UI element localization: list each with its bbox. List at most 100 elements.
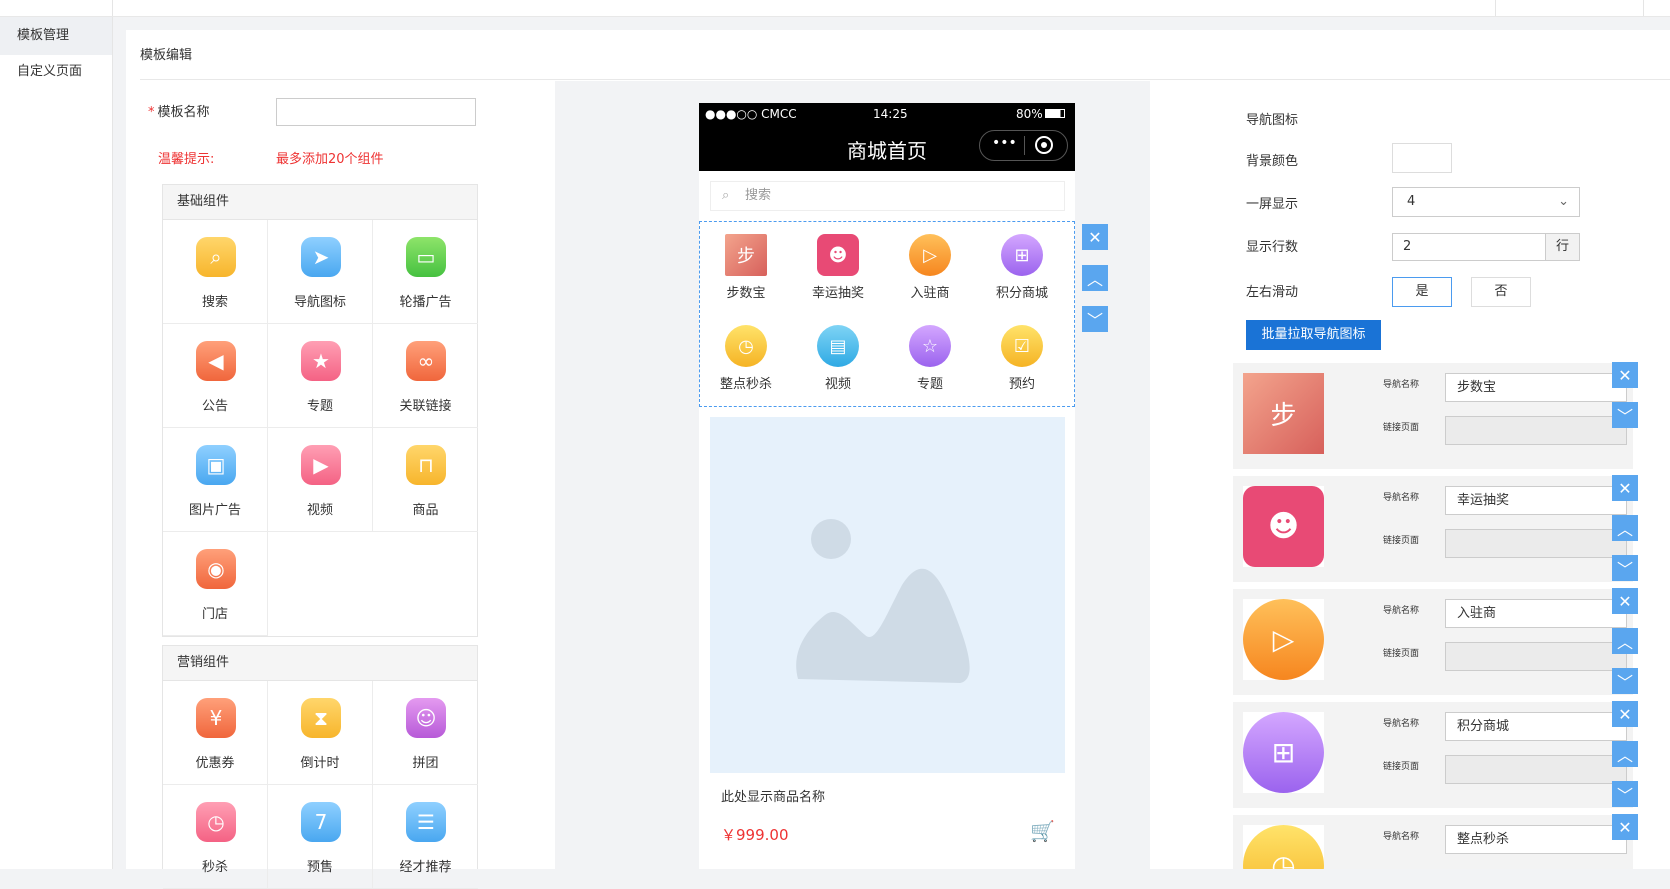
nav-icon-thumbnail[interactable]: 步 bbox=[1243, 373, 1324, 454]
component-video[interactable]: ▶ 视频 bbox=[268, 428, 373, 532]
chevron-down-icon: ⌄ bbox=[1558, 194, 1569, 209]
page-title: 模板编辑 bbox=[140, 48, 193, 63]
nav-icon-card: 步 导航名称 步数宝 链接页面 bbox=[1233, 363, 1633, 469]
delete-card-button[interactable]: ✕ bbox=[1612, 701, 1638, 727]
delete-card-button[interactable]: ✕ bbox=[1612, 588, 1638, 614]
hourglass-icon: ⧗ bbox=[301, 698, 341, 738]
nav-icon-card: ☻ 导航名称 幸运抽奖 链接页面 bbox=[1233, 476, 1633, 582]
component-nav-icon[interactable]: ➤ 导航图标 bbox=[268, 220, 373, 324]
send-icon: ➤ bbox=[301, 237, 341, 277]
lucky-draw-icon: ☻ bbox=[1243, 486, 1324, 567]
move-up-button[interactable]: ︿ bbox=[1612, 628, 1638, 654]
battery-text: 80% bbox=[1016, 107, 1043, 121]
swipe-no-option[interactable]: 否 bbox=[1471, 277, 1531, 307]
component-recommend[interactable]: ☰ 经才推荐 bbox=[373, 785, 478, 889]
rows-unit: 行 bbox=[1545, 233, 1580, 261]
move-down-button[interactable]: ﹀ bbox=[1612, 781, 1638, 807]
more-dots-icon: ••• bbox=[992, 135, 1017, 151]
nav-name-input[interactable]: 幸运抽奖 bbox=[1445, 486, 1627, 515]
nav-icon-card: ▷ 导航名称 入驻商 链接页面 bbox=[1233, 589, 1633, 695]
calendar-check-icon: ☑ bbox=[1001, 325, 1043, 367]
play-icon: ▷ bbox=[1243, 599, 1324, 680]
nav-item: ☻ 幸运抽奖 bbox=[792, 234, 884, 301]
nav-icons-block[interactable]: 步步数宝 ☻ 幸运抽奖 ▷ 入驻商 ⊞ 积分商城 ◷ 整点秒杀 ▤ 视频 ☆ 专题 ☑ 预约 bbox=[699, 221, 1075, 407]
cart-icon[interactable]: 🛒 bbox=[1030, 819, 1055, 843]
step-treasure-icon: 步 bbox=[725, 234, 767, 276]
side-menu-item-custom-page[interactable]: 自定义页面 bbox=[0, 53, 112, 91]
component-product[interactable]: ⊓ 商品 bbox=[373, 428, 478, 532]
move-down-button[interactable]: ﹀ bbox=[1612, 668, 1638, 694]
marketing-components-panel: 营销组件 ¥ 优惠券 ⧗ 倒计时 ☺ 拼团 ◷ 秒杀 7 预售 ☰ 经才推荐 bbox=[162, 645, 478, 889]
video-camera-icon: ▶ bbox=[301, 445, 341, 485]
rows-input[interactable]: 2 bbox=[1392, 233, 1546, 261]
top-bar-divider bbox=[112, 0, 113, 16]
top-bar-divider bbox=[1495, 0, 1496, 16]
nav-name-input[interactable]: 步数宝 bbox=[1445, 373, 1627, 402]
component-image-ad[interactable]: ▣ 图片广告 bbox=[163, 428, 268, 532]
component-notice[interactable]: ◀ 公告 bbox=[163, 324, 268, 428]
delete-card-button[interactable]: ✕ bbox=[1612, 362, 1638, 388]
move-down-button[interactable]: ﹀ bbox=[1612, 555, 1638, 581]
component-search[interactable]: ⌕ 搜索 bbox=[163, 220, 268, 324]
location-pin-icon: ◉ bbox=[196, 549, 236, 589]
nav-icon-thumbnail[interactable]: ☻ bbox=[1243, 486, 1324, 567]
alarm-clock-icon: ◷ bbox=[196, 802, 236, 842]
battery-icon bbox=[1045, 109, 1065, 118]
coupon-icon: ¥ bbox=[196, 698, 236, 738]
move-up-button[interactable]: ︿ bbox=[1612, 741, 1638, 767]
speaker-icon: ◀ bbox=[196, 341, 236, 381]
gift-icon: ⊞ bbox=[1001, 234, 1043, 276]
delete-block-button[interactable]: ✕ bbox=[1082, 224, 1108, 250]
component-store[interactable]: ◉ 门店 bbox=[163, 532, 268, 636]
capsule-button: ••• bbox=[979, 130, 1068, 161]
link-page-input[interactable] bbox=[1445, 755, 1627, 784]
move-up-button[interactable]: ︿ bbox=[1082, 265, 1108, 291]
delete-card-button[interactable]: ✕ bbox=[1612, 475, 1638, 501]
nav-name-input[interactable]: 入驻商 bbox=[1445, 599, 1627, 628]
delete-card-button[interactable]: ✕ bbox=[1612, 814, 1638, 840]
move-down-button[interactable]: ﹀ bbox=[1082, 306, 1108, 332]
shop-icon: ☰ bbox=[406, 802, 446, 842]
marketing-components-title: 营销组件 bbox=[163, 646, 477, 681]
batch-pull-nav-icons-button[interactable]: 批量拉取导航图标 bbox=[1246, 320, 1381, 350]
move-down-button[interactable]: ﹀ bbox=[1612, 402, 1638, 428]
side-menu-item-template-manage[interactable]: 模板管理 bbox=[0, 17, 112, 55]
nav-icon-card: ⊞ 导航名称 积分商城 链接页面 bbox=[1233, 702, 1633, 808]
close-circle-icon bbox=[1035, 136, 1053, 154]
nav-name-input[interactable]: 整点秒杀 bbox=[1445, 825, 1627, 854]
per-screen-select[interactable]: 4 ⌄ bbox=[1392, 187, 1580, 217]
template-name-input[interactable] bbox=[276, 98, 476, 126]
search-icon: ⌕ bbox=[196, 237, 236, 277]
nav-icon-thumbnail[interactable]: ◷ bbox=[1243, 825, 1324, 869]
alarm-clock-icon: ◷ bbox=[1243, 825, 1324, 869]
swipe-yes-option[interactable]: 是 bbox=[1392, 277, 1452, 307]
nav-icon-thumbnail[interactable]: ▷ bbox=[1243, 599, 1324, 680]
component-topic[interactable]: ★ 专题 bbox=[268, 324, 373, 428]
alarm-clock-icon: ◷ bbox=[725, 325, 767, 367]
carrier-text: ●●●○○ CMCC bbox=[705, 107, 797, 121]
divider bbox=[140, 79, 1670, 80]
component-carousel[interactable]: ▭ 轮播广告 bbox=[373, 220, 478, 324]
product-price: ￥999.00 bbox=[721, 826, 789, 844]
bg-color-picker[interactable] bbox=[1392, 143, 1452, 173]
component-link[interactable]: ∞ 关联链接 bbox=[373, 324, 478, 428]
link-page-input[interactable] bbox=[1445, 416, 1627, 445]
carousel-icon: ▭ bbox=[406, 237, 446, 277]
editor-title: 导航图标 bbox=[1246, 113, 1299, 128]
component-flash-sale[interactable]: ◷ 秒杀 bbox=[163, 785, 268, 889]
component-presale[interactable]: 7 预售 bbox=[268, 785, 373, 889]
link-page-input[interactable] bbox=[1445, 642, 1627, 671]
nav-icon-thumbnail[interactable]: ⊞ bbox=[1243, 712, 1324, 793]
document-icon: ▤ bbox=[817, 325, 859, 367]
component-coupon[interactable]: ¥ 优惠券 bbox=[163, 681, 268, 785]
component-group-buy[interactable]: ☺ 拼团 bbox=[373, 681, 478, 785]
product-image-placeholder bbox=[710, 417, 1065, 773]
phone-status-bar: ●●●○○ CMCC 14:25 80% 商城首页 ••• bbox=[699, 103, 1075, 171]
top-bar bbox=[0, 0, 1670, 17]
bg-color-label: 背景颜色 bbox=[1246, 154, 1299, 169]
link-page-input[interactable] bbox=[1445, 529, 1627, 558]
move-up-button[interactable]: ︿ bbox=[1612, 515, 1638, 541]
component-countdown[interactable]: ⧗ 倒计时 bbox=[268, 681, 373, 785]
tip-text: 最多添加20个组件 bbox=[276, 152, 384, 167]
nav-name-input[interactable]: 积分商城 bbox=[1445, 712, 1627, 741]
